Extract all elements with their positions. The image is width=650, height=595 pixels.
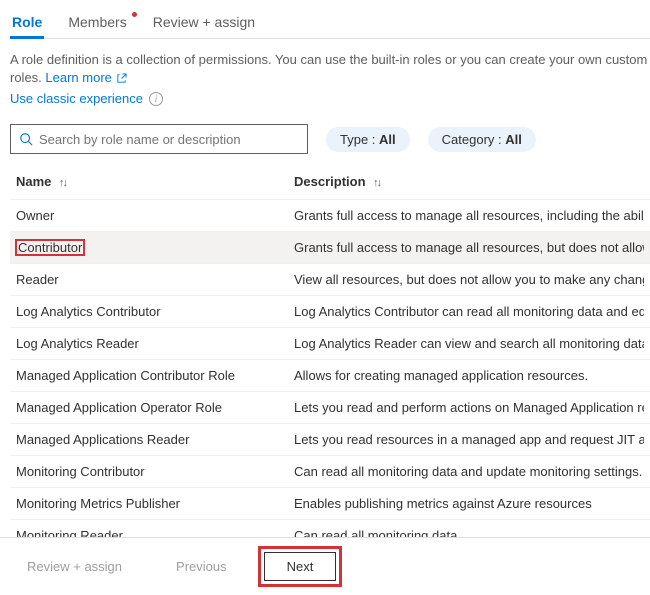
role-desc-cell: Log Analytics Contributor can read all m…: [294, 304, 644, 319]
table-row[interactable]: Contributor Grants full access to manage…: [10, 231, 650, 263]
role-name-cell: Log Analytics Reader: [16, 336, 294, 351]
column-header-name[interactable]: Name ↑↓: [16, 174, 294, 189]
filter-type-pill[interactable]: Type : All: [326, 127, 410, 152]
tab-role[interactable]: Role: [10, 10, 44, 38]
table-row[interactable]: Managed Applications Reader Lets you rea…: [10, 423, 650, 455]
role-name-cell: Log Analytics Contributor: [16, 304, 294, 319]
search-icon: [19, 132, 33, 146]
sort-arrows-icon: ↑↓: [59, 177, 66, 189]
highlight-box: Contributor: [16, 240, 84, 255]
role-name-cell: Managed Applications Reader: [16, 432, 294, 447]
filter-type-value: All: [379, 132, 396, 147]
role-name-cell: Managed Application Contributor Role: [16, 368, 294, 383]
table-row[interactable]: Managed Application Contributor Role All…: [10, 359, 650, 391]
role-name-cell: Owner: [16, 208, 294, 223]
search-box[interactable]: [10, 124, 308, 154]
tab-review-assign[interactable]: Review + assign: [151, 10, 257, 38]
filter-type-label: Type :: [340, 132, 379, 147]
role-desc-cell: Enables publishing metrics against Azure…: [294, 496, 644, 511]
table-row[interactable]: Reader View all resources, but does not …: [10, 263, 650, 295]
role-desc-cell: Lets you read and perform actions on Man…: [294, 400, 644, 415]
table-row[interactable]: Log Analytics Reader Log Analytics Reade…: [10, 327, 650, 359]
role-name-cell: Monitoring Metrics Publisher: [16, 496, 294, 511]
footer-bar: Review + assign Previous Next: [0, 537, 650, 595]
role-desc-cell: View all resources, but does not allow y…: [294, 272, 644, 287]
role-name-cell: Reader: [16, 272, 294, 287]
role-name-cell: Managed Application Operator Role: [16, 400, 294, 415]
filter-category-pill[interactable]: Category : All: [428, 127, 536, 152]
info-icon[interactable]: i: [149, 92, 163, 106]
learn-more-label: Learn more: [45, 70, 111, 85]
table-row[interactable]: Managed Application Operator Role Lets y…: [10, 391, 650, 423]
tab-members[interactable]: Members: [66, 10, 128, 38]
role-name-cell: Monitoring Contributor: [16, 464, 294, 479]
table-row[interactable]: Owner Grants full access to manage all r…: [10, 199, 650, 231]
role-desc-cell: Allows for creating managed application …: [294, 368, 644, 383]
classic-experience-link[interactable]: Use classic experience: [10, 91, 143, 106]
column-desc-label: Description: [294, 174, 366, 189]
column-header-description[interactable]: Description ↑↓: [294, 174, 644, 189]
search-input[interactable]: [39, 132, 299, 147]
role-desc-cell: Can read all monitoring data and update …: [294, 464, 644, 479]
review-assign-button[interactable]: Review + assign: [10, 552, 139, 581]
table-row[interactable]: Log Analytics Contributor Log Analytics …: [10, 295, 650, 327]
column-name-label: Name: [16, 174, 51, 189]
table-row[interactable]: Monitoring Metrics Publisher Enables pub…: [10, 487, 650, 519]
table-row[interactable]: Monitoring Contributor Can read all moni…: [10, 455, 650, 487]
role-name-cell: Contributor: [16, 240, 294, 255]
attention-dot-icon: [132, 12, 137, 17]
learn-more-link[interactable]: Learn more: [45, 70, 126, 85]
next-button[interactable]: Next: [264, 552, 337, 581]
role-desc-cell: Log Analytics Reader can view and search…: [294, 336, 644, 351]
role-desc-cell: Grants full access to manage all resourc…: [294, 208, 644, 223]
intro-text: A role definition is a collection of per…: [10, 51, 650, 87]
roles-table: Name ↑↓ Description ↑↓ Owner Grants full…: [10, 166, 650, 583]
sort-arrows-icon: ↑↓: [373, 177, 380, 189]
role-desc-cell: Lets you read resources in a managed app…: [294, 432, 644, 447]
table-header: Name ↑↓ Description ↑↓: [10, 166, 650, 199]
previous-button[interactable]: Previous: [159, 552, 244, 581]
tab-members-label: Members: [68, 14, 126, 30]
tabs-bar: Role Members Review + assign: [10, 10, 650, 39]
filter-category-label: Category :: [442, 132, 506, 147]
external-link-icon: [116, 73, 127, 84]
controls-row: Type : All Category : All: [10, 124, 650, 154]
role-desc-cell: Grants full access to manage all resourc…: [294, 240, 644, 255]
filter-category-value: All: [505, 132, 522, 147]
